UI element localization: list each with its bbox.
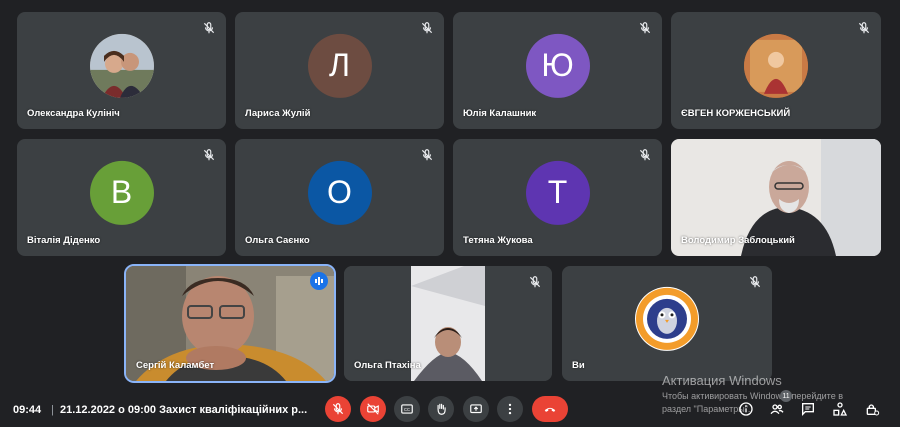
info-icon [739, 402, 753, 416]
participant-tile-video[interactable]: Ольга Птахіна [344, 266, 552, 381]
captions-button[interactable]: CC [394, 396, 420, 422]
avatar-letter: Ю [541, 46, 574, 83]
mic-off-icon [858, 22, 870, 34]
mic-off-icon [529, 276, 541, 288]
speaking-indicator-icon [310, 272, 328, 290]
meeting-title: 21.12.2022 о 09:00 Захист кваліфікаційни… [60, 404, 308, 416]
participant-tile[interactable]: Л Лариса Жулій [235, 12, 444, 129]
mic-off-icon [203, 22, 215, 34]
participant-tile[interactable]: Ю Юлія Калашник [453, 12, 662, 129]
participant-tile-video[interactable]: Сергій Каламбет [124, 264, 336, 383]
people-icon [770, 404, 784, 415]
separator: | [51, 404, 54, 416]
participant-name: Ви [572, 360, 585, 371]
participant-name: ЄВГЕН КОРЖЕНСЬКИЙ [681, 108, 791, 119]
more-icon [508, 403, 512, 415]
camera-off-icon [367, 403, 379, 415]
participant-name: Володимир Заблоцький [681, 235, 795, 246]
participant-tile[interactable]: В Віталія Діденко [17, 139, 226, 256]
chat-icon [802, 403, 814, 416]
participant-tile[interactable]: О Ольга Саєнко [235, 139, 444, 256]
activities-icon [833, 402, 848, 416]
participant-name: Юлія Калашник [463, 108, 537, 119]
avatar-letter: В [110, 173, 133, 210]
mic-off-icon [332, 403, 344, 415]
host-controls-button[interactable] [863, 400, 881, 418]
mic-off-icon [421, 22, 433, 34]
present-icon [470, 404, 482, 414]
chat-button[interactable] [799, 400, 817, 418]
captions-icon: CC [401, 404, 413, 414]
participant-name: Лариса Жулій [245, 108, 311, 119]
avatar: Ю [525, 33, 590, 98]
svg-text:CC: CC [404, 407, 410, 412]
participant-name: Віталія Діденко [27, 235, 101, 246]
mic-off-icon [639, 22, 651, 34]
raise-hand-button[interactable] [428, 396, 454, 422]
participant-name: Ольга Птахіна [354, 360, 421, 371]
present-button[interactable] [463, 396, 489, 422]
participant-name: Сергій Каламбет [136, 360, 215, 371]
avatar: О [307, 160, 372, 225]
avatar: Л [307, 33, 372, 98]
mic-off-icon [639, 149, 651, 161]
mic-off-icon [203, 149, 215, 161]
participant-tile[interactable]: Олександра Кулініч [17, 12, 226, 129]
participant-tile[interactable]: ЄВГЕН КОРЖЕНСЬКИЙ [671, 12, 881, 129]
participant-name: Ольга Саєнко [245, 235, 310, 246]
info-button[interactable] [737, 400, 755, 418]
mic-off-icon [749, 276, 761, 288]
university-logo-avatar [635, 286, 699, 351]
avatar: В [89, 160, 154, 225]
participant-tile[interactable]: Ви [562, 266, 772, 381]
people-count-badge: 11 [780, 390, 792, 402]
mic-toggle-button[interactable] [325, 396, 351, 422]
avatar-letter: Т [547, 173, 568, 210]
activities-button[interactable] [831, 400, 849, 418]
clock: 09:44 [13, 404, 42, 416]
participant-name: Олександра Кулініч [27, 108, 120, 119]
avatar: Т [525, 160, 590, 225]
avatar [744, 33, 808, 98]
more-options-button[interactable] [497, 396, 523, 422]
participant-tile-video[interactable]: Володимир Заблоцький [671, 139, 881, 256]
raise-hand-icon [437, 403, 446, 415]
host-controls-icon [866, 404, 880, 416]
participant-name: Тетяна Жукова [463, 235, 533, 246]
end-call-icon [544, 407, 556, 412]
end-call-button[interactable] [532, 396, 568, 422]
mic-off-icon [421, 149, 433, 161]
avatar-letter: Л [329, 46, 350, 83]
people-button[interactable] [768, 400, 786, 418]
avatar [89, 33, 154, 98]
participant-tile[interactable]: Т Тетяна Жукова [453, 139, 662, 256]
camera-toggle-button[interactable] [360, 396, 386, 422]
avatar-letter: О [327, 173, 352, 210]
